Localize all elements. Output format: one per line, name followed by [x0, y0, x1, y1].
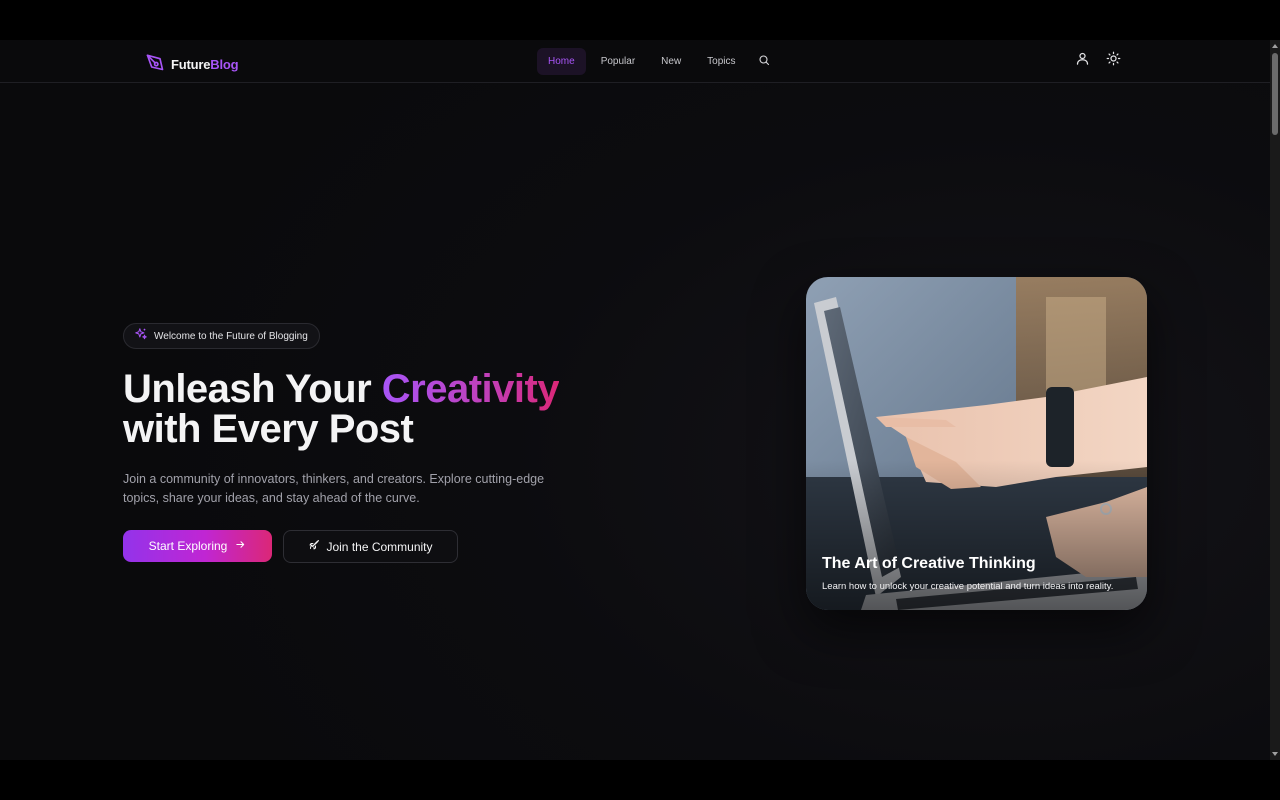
sparkles-icon [134, 327, 148, 346]
welcome-badge: Welcome to the Future of Blogging [123, 323, 320, 349]
logo-text-blog: Blog [210, 57, 239, 72]
browser-bottom-bar [0, 760, 1280, 800]
scrollbar[interactable] [1270, 40, 1280, 760]
start-exploring-button[interactable]: Start Exploring [123, 530, 272, 562]
page: FutureBlog Home Popular New Topics Welco… [0, 40, 1270, 760]
user-icon [1075, 51, 1090, 71]
join-community-button[interactable]: Join the Community [283, 530, 458, 563]
header-actions [1073, 51, 1122, 71]
nav-item-topics[interactable]: Topics [696, 48, 746, 75]
search-button[interactable] [751, 48, 777, 75]
start-exploring-label: Start Exploring [148, 539, 228, 553]
nav-item-new[interactable]: New [650, 48, 692, 75]
hero-title-highlight: Creativity [381, 367, 560, 411]
nav-item-popular[interactable]: Popular [590, 48, 646, 75]
arrow-right-icon [235, 539, 246, 553]
hero-title-part2: with Every Post [123, 407, 414, 451]
main-nav: Home Popular New Topics [537, 48, 777, 75]
join-community-label: Join the Community [326, 539, 433, 554]
scroll-up-arrow-icon[interactable] [1271, 42, 1279, 50]
featured-post-card[interactable]: The Art of Creative Thinking Learn how t… [806, 277, 1147, 610]
theme-toggle-button[interactable] [1104, 51, 1122, 71]
nav-item-home[interactable]: Home [537, 48, 586, 75]
logo-text: FutureBlog [171, 57, 239, 72]
logo-text-future: Future [171, 57, 211, 72]
feather-pen-icon [145, 52, 165, 77]
welcome-badge-text: Welcome to the Future of Blogging [154, 330, 308, 342]
browser-top-bar [0, 0, 1280, 40]
site-header: FutureBlog Home Popular New Topics [0, 40, 1270, 83]
search-icon [758, 53, 770, 71]
account-button[interactable] [1073, 52, 1091, 70]
hero-title-part1: Unleash Your [123, 367, 382, 411]
featured-post-title: The Art of Creative Thinking [822, 555, 1036, 572]
featured-post-subtitle: Learn how to unlock your creative potent… [822, 581, 1114, 592]
rocket-icon [308, 539, 320, 554]
hero-title: Unleash Your Creativity with Every Post [123, 369, 643, 449]
hero-description: Join a community of innovators, thinkers… [123, 472, 545, 505]
scroll-down-arrow-icon[interactable] [1271, 750, 1279, 758]
site-logo[interactable]: FutureBlog [145, 52, 239, 77]
page-viewport: FutureBlog Home Popular New Topics Welco… [0, 40, 1280, 760]
sun-icon [1106, 51, 1121, 71]
scrollbar-thumb[interactable] [1272, 53, 1278, 135]
